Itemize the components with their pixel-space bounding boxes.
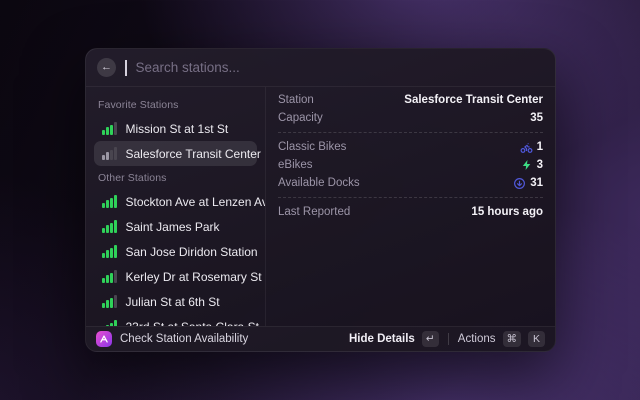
- details-value: 1: [520, 141, 543, 154]
- launcher-window: ← Favorite Stations Mission St at 1st St S…: [85, 48, 556, 352]
- availability-bars-icon: [102, 147, 117, 160]
- station-list-item[interactable]: Salesforce Transit Center: [94, 141, 257, 166]
- bicycle-icon: [520, 141, 533, 154]
- station-name: Saint James Park: [126, 220, 220, 234]
- section-header: Other Stations: [94, 166, 257, 189]
- station-list-item[interactable]: 23rd St at Santa Clara St: [94, 314, 257, 326]
- details-value: Salesforce Transit Center: [404, 94, 543, 106]
- availability-bars-icon: [102, 220, 117, 233]
- station-name: Kerley Dr at Rosemary St: [126, 270, 262, 284]
- station-list-item[interactable]: Saint James Park: [94, 214, 257, 239]
- station-name: Salesforce Transit Center: [126, 147, 261, 161]
- station-list-item[interactable]: San Jose Diridon Station: [94, 239, 257, 264]
- details-label: Last Reported: [278, 206, 350, 218]
- extension-icon: [96, 331, 112, 347]
- details-row: Available Docks 31: [278, 174, 543, 192]
- station-name: Stockton Ave at Lenzen Ave: [126, 195, 267, 209]
- section-header: Favorite Stations: [94, 93, 257, 116]
- lightning-bolt-icon: [521, 159, 533, 171]
- command-key-icon: ⌘: [503, 331, 522, 347]
- actions-button[interactable]: Actions: [458, 333, 496, 345]
- details-value: 35: [530, 112, 543, 124]
- station-list-item[interactable]: Julian St at 6th St: [94, 289, 257, 314]
- station-name: Julian St at 6th St: [126, 295, 220, 309]
- availability-bars-icon: [102, 122, 117, 135]
- details-label: Classic Bikes: [278, 141, 346, 153]
- details-row: Last Reported 15 hours ago: [278, 203, 543, 221]
- details-label: Capacity: [278, 112, 323, 124]
- station-details: Station Salesforce Transit Center Capacity…: [266, 87, 555, 326]
- station-list: Favorite Stations Mission St at 1st St Sal…: [86, 87, 266, 326]
- details-value: 15 hours ago: [471, 206, 543, 218]
- return-key-icon: ↵: [422, 331, 439, 347]
- details-label: Station: [278, 94, 314, 106]
- k-key-icon: K: [528, 331, 545, 347]
- footer-divider: [448, 333, 449, 345]
- details-divider: [278, 132, 543, 133]
- action-bar-left: Check Station Availability: [96, 331, 248, 347]
- station-list-item[interactable]: Mission St at 1st St: [94, 116, 257, 141]
- station-list-item[interactable]: Stockton Ave at Lenzen Ave: [94, 189, 257, 214]
- availability-bars-icon: [102, 295, 117, 308]
- details-value: 3: [521, 159, 543, 171]
- command-title: Check Station Availability: [120, 333, 248, 345]
- station-list-item[interactable]: Kerley Dr at Rosemary St: [94, 264, 257, 289]
- station-name: San Jose Diridon Station: [126, 245, 258, 259]
- station-name: Mission St at 1st St: [126, 122, 229, 136]
- availability-bars-icon: [102, 195, 117, 208]
- details-label: eBikes: [278, 159, 313, 171]
- back-button[interactable]: ←: [97, 58, 116, 77]
- arrow-down-circle-icon: [513, 177, 526, 190]
- back-arrow-icon: ←: [101, 62, 112, 73]
- search-input[interactable]: [136, 60, 545, 75]
- details-divider: [278, 197, 543, 198]
- details-row: Station Salesforce Transit Center: [278, 91, 543, 109]
- availability-bars-icon: [102, 270, 117, 283]
- action-bar-right: Hide Details ↵ Actions ⌘ K: [349, 331, 545, 347]
- details-row: eBikes 3: [278, 156, 543, 174]
- details-value: 31: [513, 177, 543, 190]
- search-bar: ←: [86, 49, 555, 87]
- details-row: Classic Bikes 1: [278, 138, 543, 156]
- details-label: Available Docks: [278, 177, 360, 189]
- availability-bars-icon: [102, 245, 117, 258]
- details-row: Capacity 35: [278, 109, 543, 127]
- text-caret: [125, 60, 127, 76]
- action-bar: Check Station Availability Hide Details …: [86, 326, 555, 351]
- hide-details-button[interactable]: Hide Details: [349, 333, 415, 345]
- main-content: Favorite Stations Mission St at 1st St Sal…: [86, 87, 555, 326]
